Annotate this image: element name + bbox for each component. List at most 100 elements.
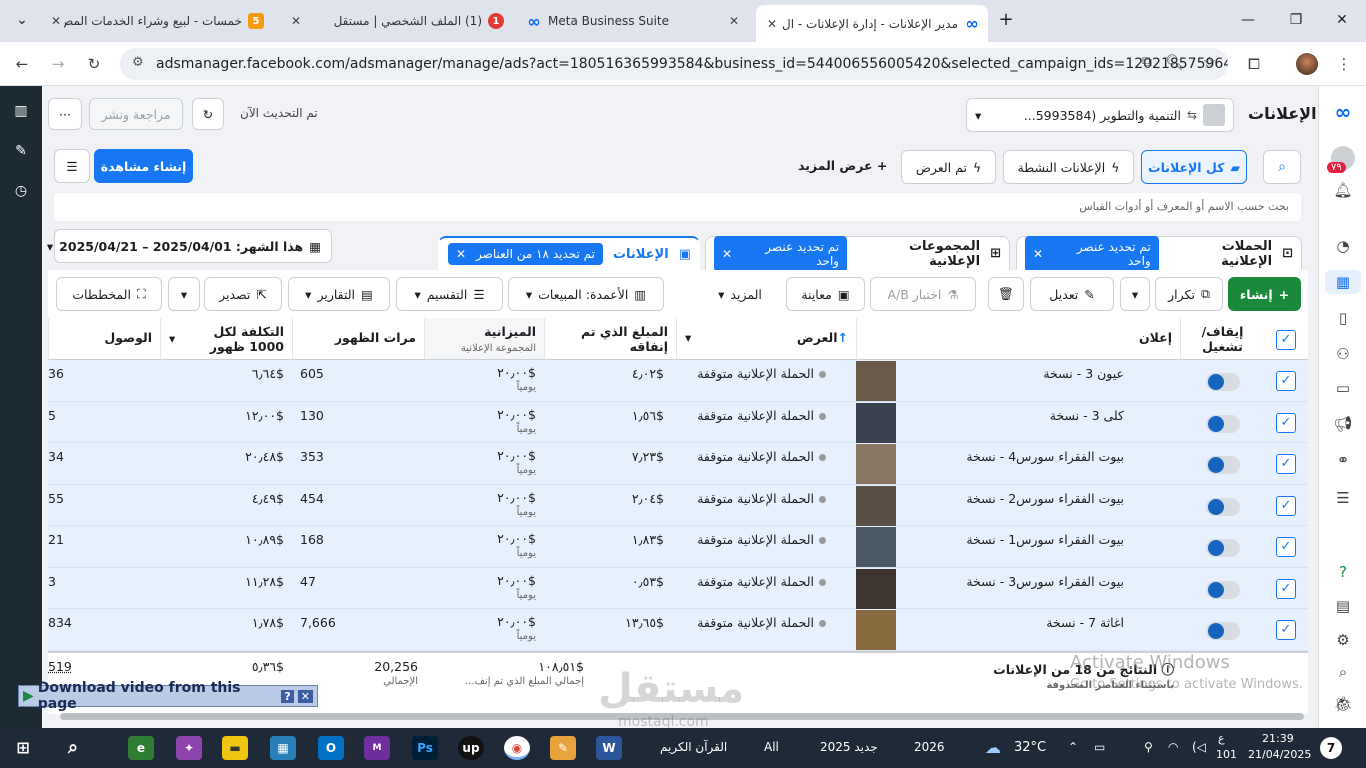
maximize-icon[interactable]: ❐ xyxy=(1284,8,1308,32)
close-icon[interactable]: ✕ xyxy=(726,14,742,28)
ab-test-button[interactable]: ⚗ اختبار A/B xyxy=(870,277,976,311)
ad-name[interactable]: بيوت الفقراء سورس2 - نسخة xyxy=(966,491,1124,506)
tray-chevron-icon[interactable]: ⌃ xyxy=(1068,740,1078,754)
store-icon[interactable]: ▦ xyxy=(270,736,296,760)
row-checkbox[interactable]: ✓ xyxy=(1276,578,1296,599)
profile-avatar[interactable] xyxy=(1296,53,1318,75)
taskbar-quran[interactable]: القرآن الكريم xyxy=(660,740,727,754)
volume-icon[interactable]: ◁) xyxy=(1192,740,1206,754)
tab-ads[interactable]: ▣ الإعلانات تم تحديد ١٨ من العناصر ✕ xyxy=(438,236,700,270)
ad-thumbnail[interactable] xyxy=(856,527,896,567)
pencil-icon[interactable]: ✎ xyxy=(10,140,32,162)
wifi-icon[interactable]: ◠ xyxy=(1168,740,1178,754)
help-icon[interactable]: ? xyxy=(1331,560,1355,584)
ad-thumbnail[interactable] xyxy=(856,361,896,401)
delivery-toggle[interactable] xyxy=(1206,580,1240,599)
hamburger-icon[interactable]: ☰ xyxy=(1331,486,1355,510)
copilot-icon[interactable]: ✦ xyxy=(176,736,202,760)
date-range-picker[interactable]: ▦ هذا الشهر: 2025/04/01 – 2025/04/21 ▾ xyxy=(47,229,332,263)
header-reach[interactable]: الوصول xyxy=(48,318,160,360)
bug-icon[interactable]: 🐞︎ xyxy=(1331,692,1355,716)
table-row[interactable]: ✓ بيوت الفقراء سورس3 - نسخة الحملة الإعلان… xyxy=(48,567,1308,609)
audience-icon[interactable]: ⚇ xyxy=(1331,342,1355,366)
delivery-toggle[interactable] xyxy=(1206,414,1240,433)
row-checkbox[interactable]: ✓ xyxy=(1276,495,1296,516)
ad-thumbnail[interactable] xyxy=(856,402,896,443)
edit-button[interactable]: ✎ تعديل xyxy=(1030,277,1114,311)
close-icon[interactable]: ✕ xyxy=(1033,247,1043,261)
select-all-checkbox[interactable]: ✓ xyxy=(1276,330,1296,350)
row-checkbox[interactable]: ✓ xyxy=(1276,371,1296,391)
tab-khamsat[interactable]: 5 خمسات - لبيع وشراء الخدمات المص ✕ xyxy=(40,6,272,36)
word-icon[interactable]: W xyxy=(596,736,622,760)
windows-start-icon[interactable]: ⊞ xyxy=(10,736,36,760)
close-icon[interactable]: ✕ xyxy=(456,247,466,261)
table-row[interactable]: ✓ عيون 3 - نسخة الحملة الإعلانية متوقفة $٤٫… xyxy=(48,360,1308,402)
delivery-toggle[interactable] xyxy=(1206,539,1240,557)
bell-icon[interactable]: 🔔︎ xyxy=(1331,178,1355,202)
search-input[interactable]: بحث حسب الاسم أو المعرف أو أدوات القياس xyxy=(54,193,1301,221)
header-toggle[interactable]: إيقاف/ تشغيل xyxy=(1180,318,1264,360)
reload-icon[interactable]: ↻ xyxy=(82,52,106,76)
outlook-icon[interactable]: O xyxy=(318,736,344,760)
delivered-button[interactable]: ϟ تم العرض xyxy=(901,150,996,184)
upwork-icon[interactable]: up xyxy=(458,736,484,760)
chrome-icon[interactable]: ◉ xyxy=(504,736,530,760)
ad-name[interactable]: كلى 3 - نسخة xyxy=(1050,408,1124,423)
close-window-icon[interactable]: ✕ xyxy=(1330,8,1354,32)
delivery-toggle[interactable] xyxy=(1206,373,1240,391)
edge-icon[interactable]: e xyxy=(128,736,154,760)
chart-icon[interactable]: ▥ xyxy=(10,100,32,122)
view-more-link[interactable]: + عرض المزيد xyxy=(798,158,887,173)
ad-thumbnail[interactable] xyxy=(856,610,896,650)
tab-search-icon[interactable]: ⌄ xyxy=(10,8,34,32)
create-button[interactable]: + إنشاء xyxy=(1228,277,1301,311)
tab-campaigns[interactable]: ⊡ الحملات الإعلانية تم تحديد عنصر واحد ✕ xyxy=(1016,235,1302,272)
table-row[interactable]: ✓ بيوت الفقراء سورس1 - نسخة الحملة الإعلان… xyxy=(48,526,1308,568)
extensions-icon[interactable]: ⧠ xyxy=(1242,52,1266,76)
tab-meta-business[interactable]: ∞ Meta Business Suite ✕ xyxy=(518,6,750,36)
charts-button[interactable]: ⛶ المخططات xyxy=(56,277,162,311)
language-indicator[interactable]: ع xyxy=(1218,732,1225,745)
delivery-toggle[interactable] xyxy=(1206,622,1240,640)
delivery-toggle[interactable] xyxy=(1206,497,1240,516)
ads-table-icon[interactable]: ▦ xyxy=(1325,270,1361,294)
ad-name[interactable]: عيون 3 - نسخة xyxy=(1043,366,1124,381)
minimize-icon[interactable]: — xyxy=(1236,8,1260,32)
row-checkbox[interactable]: ✓ xyxy=(1276,412,1296,433)
url-field[interactable]: ⚙ adsmanager.facebook.com/adsmanager/man… xyxy=(120,48,1228,80)
ad-name[interactable]: بيوت الفقراء سورس3 - نسخة xyxy=(966,574,1124,589)
events-icon[interactable]: ⚭ xyxy=(1331,448,1355,472)
header-spent[interactable]: المبلغ الذي تم إنفاقه xyxy=(544,318,676,360)
taskbar-2026[interactable]: 2026 xyxy=(914,740,945,754)
download-video-bar[interactable]: ▶ Download video from this page ? ✕ xyxy=(18,680,318,712)
clock-time[interactable]: 21:39 xyxy=(1262,732,1294,745)
create-view-button[interactable]: إنشاء مشاهدة xyxy=(94,149,193,183)
all-ads-button[interactable]: ▰ كل الإعلانات xyxy=(1141,150,1247,184)
forward-icon[interactable]: → xyxy=(46,52,70,76)
m365-icon[interactable]: M xyxy=(364,736,390,760)
paint-icon[interactable]: ✎ xyxy=(550,736,576,760)
header-budget[interactable]: الميزانية المجموعة الإعلانية xyxy=(424,318,544,360)
table-row[interactable]: ✓ بيوت الفقراء سورس2 - نسخة الحملة الإعلان… xyxy=(48,484,1308,526)
more-actions-button[interactable]: المزيد ▾ xyxy=(700,277,780,311)
close-icon[interactable]: ✕ xyxy=(722,247,732,261)
reports-icon[interactable]: ▤ xyxy=(1331,594,1355,618)
duplicate-menu-button[interactable]: ▾ xyxy=(1120,277,1150,311)
clock-date[interactable]: 21/04/2025 xyxy=(1248,748,1311,761)
tab-adsets[interactable]: ⊞ المجموعات الإعلانية تم تحديد عنصر واحد… xyxy=(705,235,1010,272)
photoshop-icon[interactable]: Ps xyxy=(412,736,438,760)
close-icon[interactable]: ✕ xyxy=(288,14,304,28)
delete-button[interactable]: 🗑︎ xyxy=(988,277,1024,311)
columns-button[interactable]: ▥ الأعمدة: المبيعات ▾ xyxy=(508,277,664,311)
gauge-icon[interactable]: ◔ xyxy=(1331,234,1355,258)
ad-name[interactable]: بيوت الفقراء سورس1 - نسخة xyxy=(966,532,1124,547)
taskbar-all[interactable]: All xyxy=(764,740,779,754)
close-icon[interactable]: ✕ xyxy=(48,14,64,28)
account-selector[interactable]: ⇆ التنمية والتطوير (5993584... ▾ xyxy=(966,98,1234,132)
notification-center-badge[interactable]: 7 xyxy=(1320,737,1342,759)
more-button[interactable]: ··· xyxy=(48,98,82,130)
ad-thumbnail[interactable] xyxy=(856,568,896,609)
reports-button[interactable]: ▤ التقارير ▾ xyxy=(288,277,390,311)
row-checkbox[interactable]: ✓ xyxy=(1276,537,1296,557)
